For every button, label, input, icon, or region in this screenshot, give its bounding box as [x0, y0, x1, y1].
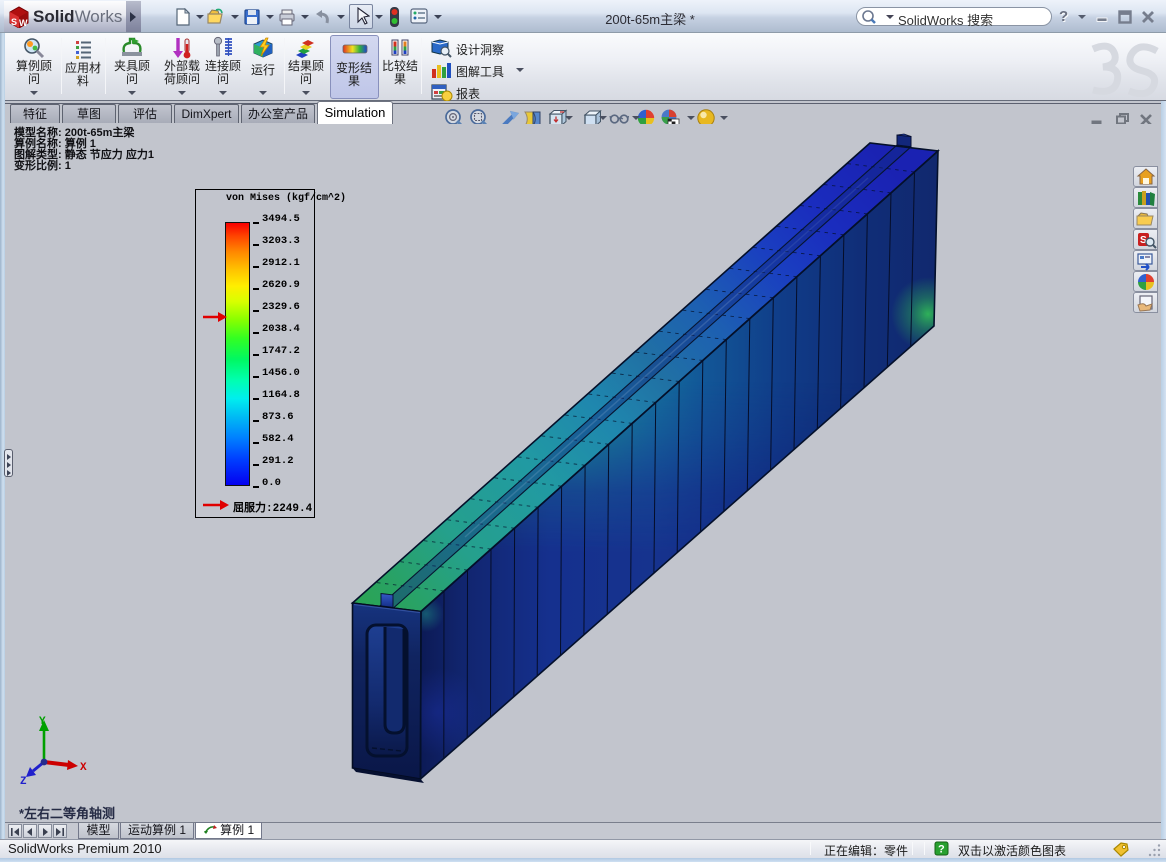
svg-text:Z: Z — [20, 776, 27, 788]
svg-text:X: X — [80, 762, 87, 774]
svg-text:Y: Y — [39, 716, 46, 728]
svg-text:?: ? — [938, 844, 945, 856]
